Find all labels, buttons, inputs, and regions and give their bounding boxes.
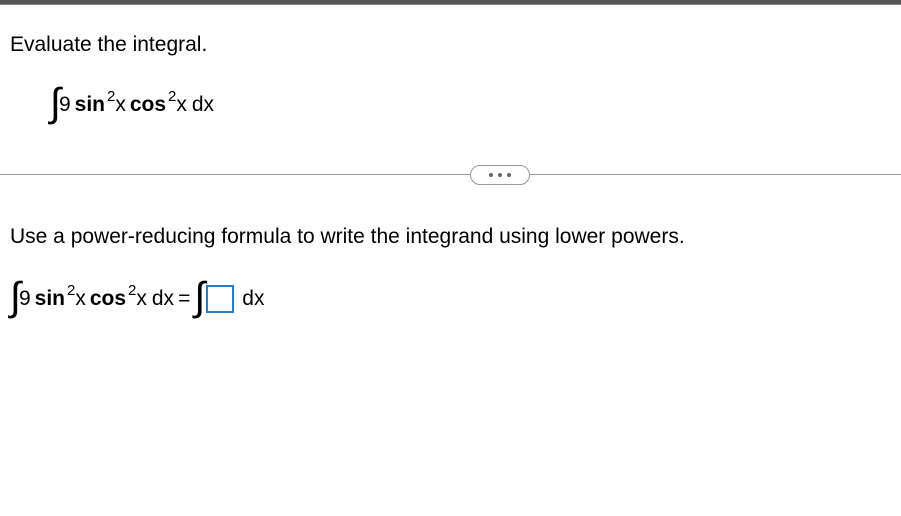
sin-power: 2 <box>67 282 75 299</box>
equals-sign: = <box>178 287 190 311</box>
lhs-integrand: 9 sin 2 x cos 2 x dx <box>19 287 174 311</box>
answer-section: Use a power-reducing formula to write th… <box>0 185 901 339</box>
problem-title: Evaluate the integral. <box>10 33 891 57</box>
integral-sign-icon: ∫ <box>10 277 21 317</box>
rhs-differential: dx <box>242 287 264 311</box>
cos-function: cos <box>90 287 126 311</box>
section-divider <box>0 165 901 185</box>
cos-variable: x <box>136 287 147 311</box>
integral-sign-icon: ∫ <box>194 277 205 317</box>
problem-integral-expression: ∫ 9 sin 2 x cos 2 x dx <box>10 85 891 125</box>
cos-function: cos <box>130 93 166 117</box>
integral-sign-icon: ∫ <box>50 83 61 123</box>
cos-power: 2 <box>128 282 136 299</box>
sin-variable: x <box>75 287 86 311</box>
problem-section: Evaluate the integral. ∫ 9 sin 2 x cos 2… <box>0 5 901 165</box>
answer-input[interactable] <box>206 285 234 313</box>
answer-equation: ∫ 9 sin 2 x cos 2 x dx = ∫ dx <box>10 279 891 319</box>
instruction-text: Use a power-reducing formula to write th… <box>10 225 891 249</box>
cos-variable: x <box>176 93 187 117</box>
ellipsis-icon <box>489 173 511 177</box>
lhs-differential: dx <box>152 287 174 311</box>
differential: dx <box>192 93 214 117</box>
main-content: Evaluate the integral. ∫ 9 sin 2 x cos 2… <box>0 5 901 339</box>
integrand-expression: 9 sin 2 x cos 2 x dx <box>59 93 214 117</box>
sin-function: sin <box>35 287 65 311</box>
expand-button[interactable] <box>470 165 530 185</box>
sin-power: 2 <box>107 88 115 105</box>
cos-power: 2 <box>168 88 176 105</box>
lhs-integral: ∫ 9 sin 2 x cos 2 x dx <box>10 279 174 319</box>
horizontal-rule <box>0 174 901 175</box>
sin-variable: x <box>115 93 126 117</box>
sin-function: sin <box>75 93 105 117</box>
